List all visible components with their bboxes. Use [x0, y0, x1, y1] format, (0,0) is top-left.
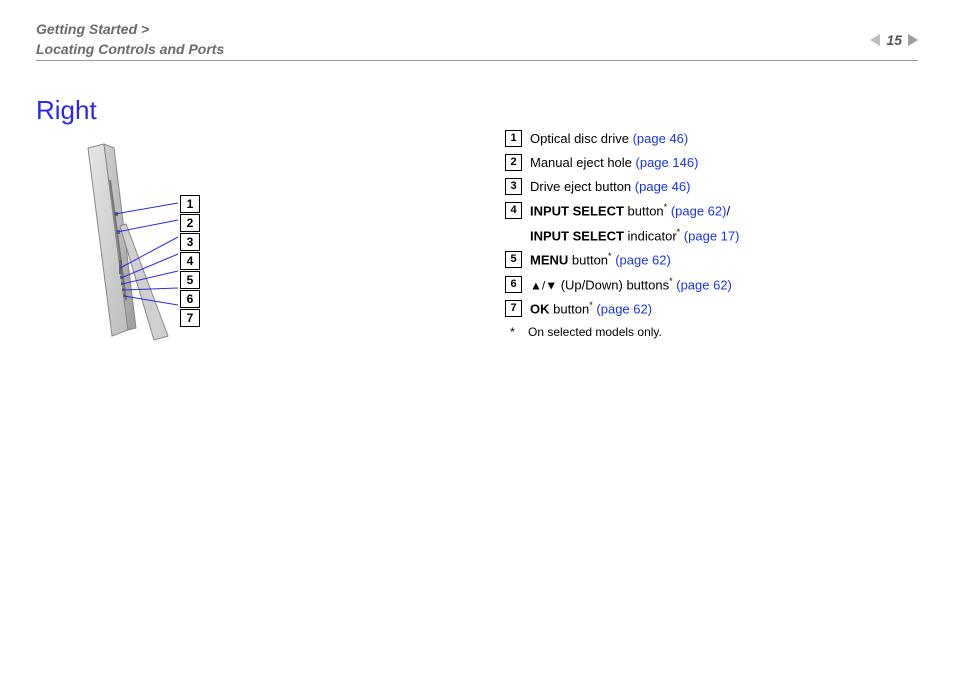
item-text: (Up/Down) buttons — [557, 277, 669, 292]
section-title: Right — [36, 95, 97, 126]
list-item: 7 OK button* (page 62) — [505, 298, 739, 320]
list-item: 1 Optical disc drive (page 46) — [505, 128, 739, 150]
callout-box: 4 — [180, 252, 200, 270]
separator: / — [726, 204, 730, 219]
page-link[interactable]: (page 62) — [671, 204, 727, 219]
page-number: 15 — [886, 32, 902, 48]
list-item: 6 ▲/▼ (Up/Down) buttons* (page 62) — [505, 274, 739, 296]
item-number: 6 — [505, 276, 522, 293]
item-text: button — [568, 252, 608, 267]
diagram-callouts: 1 2 3 4 5 6 7 — [180, 195, 200, 328]
breadcrumb-line-2: Locating Controls and Ports — [36, 40, 918, 60]
item-number: 3 — [505, 178, 522, 195]
page-link[interactable]: (page 17) — [684, 228, 740, 243]
page-navigation: 15 — [870, 32, 918, 48]
item-text-bold: OK — [530, 301, 550, 316]
callout-box: 7 — [180, 309, 200, 327]
page-link[interactable]: (page 62) — [676, 277, 732, 292]
item-text: Manual eject hole — [530, 155, 636, 170]
device-diagram — [70, 140, 230, 350]
item-number: 2 — [505, 154, 522, 171]
item-number: 7 — [505, 300, 522, 317]
list-item-continuation: INPUT SELECT indicator* (page 17) — [530, 225, 739, 247]
page-link[interactable]: (page 46) — [633, 131, 689, 146]
page-link[interactable]: (page 46) — [635, 179, 691, 194]
item-text-bold: INPUT SELECT — [530, 228, 624, 243]
list-item: 2 Manual eject hole (page 146) — [505, 152, 739, 174]
list-item: 5 MENU button* (page 62) — [505, 249, 739, 271]
item-number: 4 — [505, 202, 522, 219]
page-link[interactable]: (page 62) — [596, 301, 652, 316]
item-number: 5 — [505, 251, 522, 268]
breadcrumb-line-1: Getting Started > — [36, 20, 918, 40]
item-text-bold: INPUT SELECT — [530, 204, 624, 219]
list-item: 3 Drive eject button (page 46) — [505, 176, 739, 198]
footnote: * On selected models only. — [505, 322, 739, 342]
page-header: Getting Started > Locating Controls and … — [36, 20, 918, 59]
page-link[interactable]: (page 146) — [636, 155, 699, 170]
description-list: 1 Optical disc drive (page 46) 2 Manual … — [505, 128, 739, 343]
up-down-arrows-icon: ▲/▼ — [530, 278, 557, 292]
footnote-marker: * — [505, 322, 520, 342]
item-text-bold: MENU — [530, 252, 568, 267]
item-text: Optical disc drive — [530, 131, 633, 146]
item-text: button — [550, 301, 590, 316]
callout-box: 3 — [180, 233, 200, 251]
header-rule — [36, 60, 918, 61]
callout-box: 5 — [180, 271, 200, 289]
item-text: button — [624, 204, 664, 219]
list-item: 4 INPUT SELECT button* (page 62)/ — [505, 200, 739, 222]
item-text: indicator — [624, 228, 677, 243]
page-link[interactable]: (page 62) — [615, 252, 671, 267]
callout-box: 1 — [180, 195, 200, 213]
next-page-icon[interactable] — [908, 34, 918, 46]
prev-page-icon[interactable] — [870, 34, 880, 46]
breadcrumb: Getting Started > Locating Controls and … — [36, 20, 918, 59]
item-text: Drive eject button — [530, 179, 635, 194]
callout-box: 6 — [180, 290, 200, 308]
callout-box: 2 — [180, 214, 200, 232]
footnote-text: On selected models only. — [528, 322, 662, 342]
item-number: 1 — [505, 130, 522, 147]
